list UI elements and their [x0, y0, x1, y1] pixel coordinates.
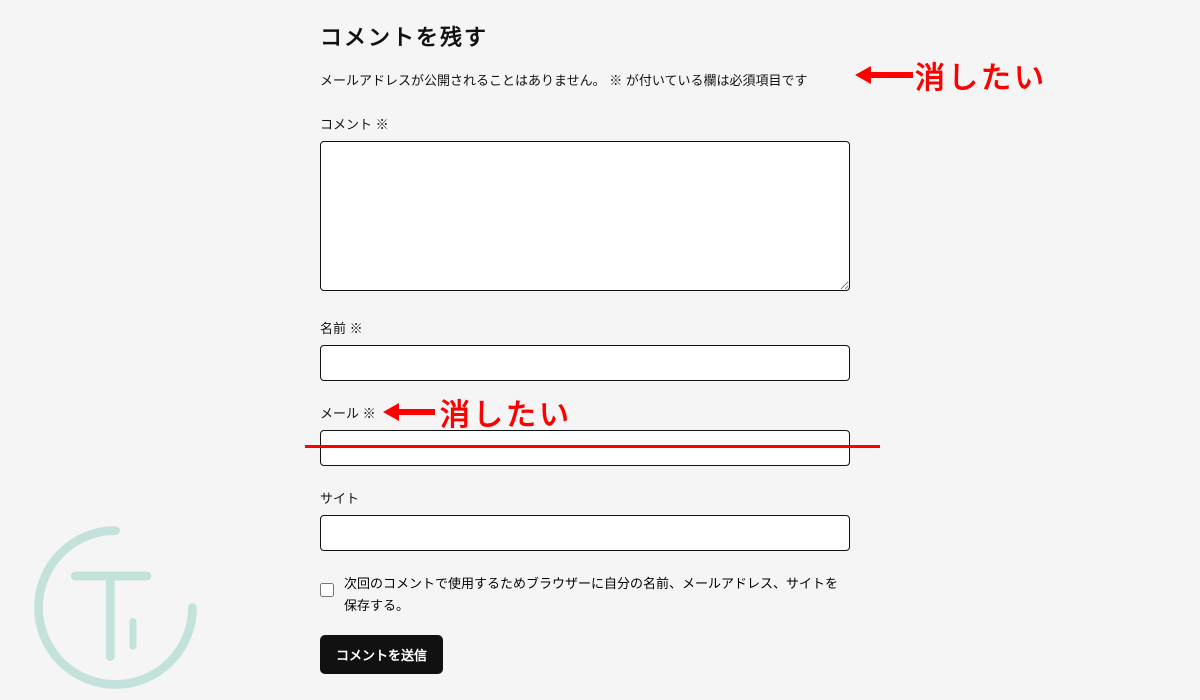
- name-input[interactable]: [320, 345, 850, 381]
- consent-checkbox[interactable]: [320, 583, 334, 597]
- comment-form: コメントを残す メールアドレスが公開されることはありません。 ※ が付いている欄…: [320, 20, 850, 674]
- form-note: メールアドレスが公開されることはありません。 ※ が付いている欄は必須項目です: [320, 70, 850, 92]
- site-label: サイト: [320, 488, 850, 507]
- email-input[interactable]: [320, 430, 850, 466]
- annotation-delete-1: 消したい: [915, 53, 1047, 97]
- consent-row: 次回のコメントで使用するためブラウザーに自分の名前、メールアドレス、サイトを保存…: [320, 573, 850, 617]
- email-label: メール ※: [320, 403, 850, 422]
- arrow-left-icon: [855, 63, 913, 92]
- site-input[interactable]: [320, 515, 850, 551]
- annotation-underline: [305, 445, 880, 448]
- consent-label: 次回のコメントで使用するためブラウザーに自分の名前、メールアドレス、サイトを保存…: [344, 573, 850, 617]
- form-title: コメントを残す: [320, 20, 850, 52]
- submit-button[interactable]: コメントを送信: [320, 635, 443, 674]
- name-label: 名前 ※: [320, 318, 850, 337]
- comment-label: コメント ※: [320, 114, 850, 133]
- watermark-logo: [28, 520, 203, 695]
- comment-textarea[interactable]: [320, 141, 850, 291]
